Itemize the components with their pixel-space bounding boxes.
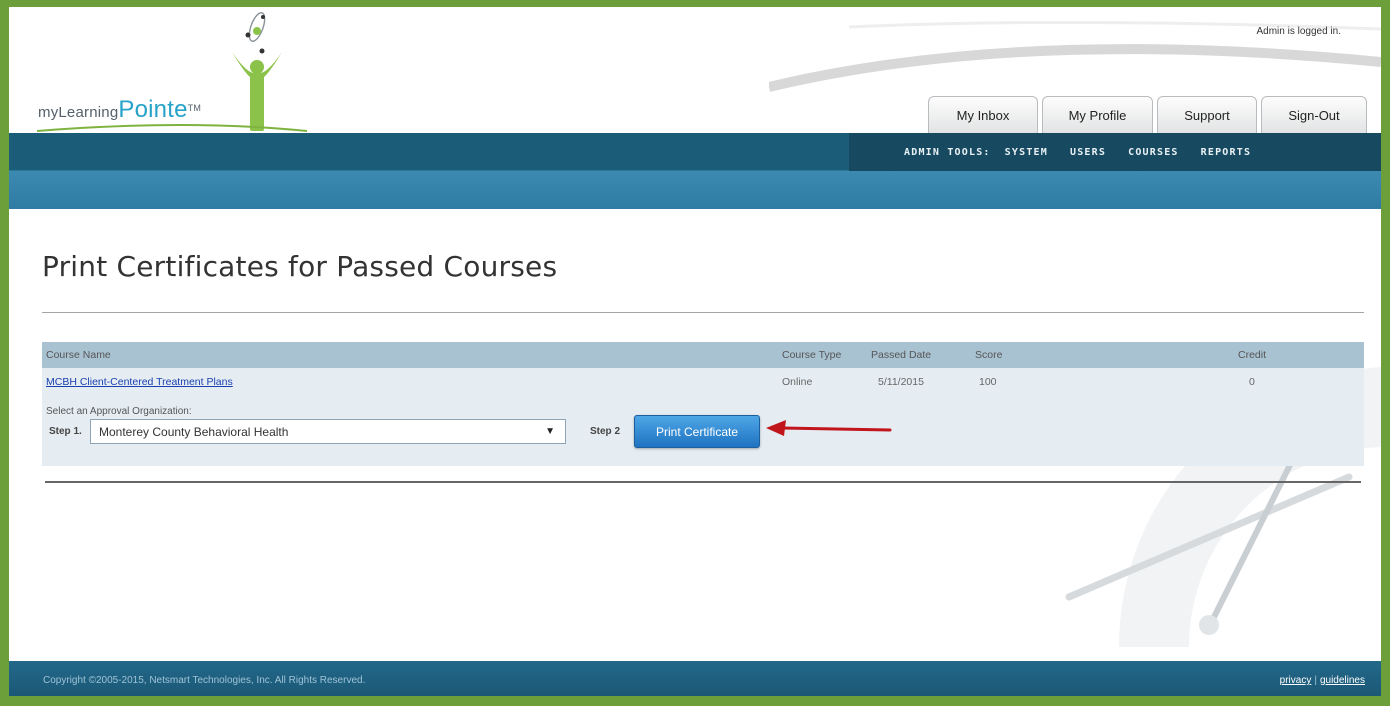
passed-date-cell: 5/11/2015 (878, 376, 924, 388)
admin-tools-label: ADMIN TOOLS: (904, 146, 991, 158)
login-status: Admin is logged in. (1256, 26, 1342, 37)
guidelines-link[interactable]: guidelines (1320, 675, 1365, 686)
table-row: MCBH Client-Centered Treatment Plans Onl… (42, 368, 1364, 466)
nav-courses[interactable]: COURSES (1128, 147, 1179, 158)
link-separator: | (1314, 675, 1317, 686)
approval-label: Select an Approval Organization: (46, 406, 192, 417)
nav-users[interactable]: USERS (1070, 147, 1106, 158)
title-divider (42, 312, 1364, 313)
dropdown-caret-icon: ▼ (545, 426, 555, 437)
col-course-type[interactable]: Course Type (782, 349, 841, 361)
nav-reports[interactable]: REPORTS (1201, 147, 1252, 158)
red-arrow-icon (766, 420, 892, 436)
print-certificate-button[interactable]: Print Certificate (634, 415, 760, 448)
top-tabs: My Inbox My Profile Support Sign-Out (928, 96, 1367, 133)
privacy-link[interactable]: privacy (1280, 675, 1312, 686)
footer: Copyright ©2005-2015, Netsmart Technolog… (9, 661, 1381, 696)
score-cell: 100 (979, 376, 997, 388)
app-window: myLearningPointeTM Admin is logged in. M… (9, 7, 1381, 696)
course-name-link[interactable]: MCBH Client-Centered Treatment Plans (46, 376, 233, 388)
col-course-name[interactable]: Course Name (46, 349, 111, 361)
logo-text: myLearningPointeTM (38, 96, 202, 123)
tab-my-profile[interactable]: My Profile (1042, 96, 1153, 133)
bottom-divider (45, 481, 1361, 483)
col-credit[interactable]: Credit (1238, 349, 1266, 361)
tab-support[interactable]: Support (1157, 96, 1257, 133)
step2-label: Step 2 (590, 426, 621, 437)
admin-nav-bar: ADMIN TOOLS: SYSTEM USERS COURSES REPORT… (9, 133, 1381, 171)
col-passed-date[interactable]: Passed Date (871, 349, 931, 361)
tab-my-inbox[interactable]: My Inbox (928, 96, 1038, 133)
approval-org-select[interactable]: Monterey County Behavioral Health ▼ (90, 419, 566, 444)
step1-label: Step 1. (49, 426, 82, 437)
header: myLearningPointeTM Admin is logged in. M… (9, 7, 1381, 133)
admin-tools: ADMIN TOOLS: SYSTEM USERS COURSES REPORT… (849, 133, 1381, 171)
table-header: Course Name Course Type Passed Date Scor… (42, 342, 1364, 368)
col-score[interactable]: Score (975, 349, 1002, 361)
page-title: Print Certificates for Passed Courses (42, 250, 558, 283)
logo[interactable]: myLearningPointeTM (37, 7, 337, 133)
course-table: Course Name Course Type Passed Date Scor… (42, 342, 1364, 466)
tab-sign-out[interactable]: Sign-Out (1261, 96, 1367, 133)
course-type-cell: Online (782, 376, 813, 388)
selected-org: Monterey County Behavioral Health (99, 424, 289, 439)
copyright-text: Copyright ©2005-2015, Netsmart Technolog… (43, 675, 366, 686)
sub-nav-bar (9, 171, 1381, 209)
footer-links: privacy | guidelines (1280, 675, 1365, 686)
credit-cell: 0 (1249, 376, 1255, 388)
nav-system[interactable]: SYSTEM (1005, 147, 1048, 158)
